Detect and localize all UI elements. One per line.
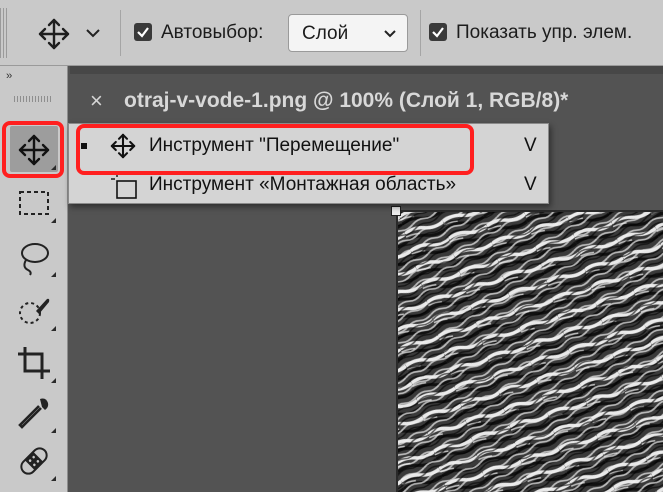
auto-select-target-value: Слой bbox=[302, 23, 349, 44]
more-tools-indicator bbox=[51, 272, 56, 277]
options-bar-grip[interactable] bbox=[0, 8, 8, 58]
more-tools-indicator bbox=[51, 326, 56, 331]
separator bbox=[420, 10, 421, 56]
menu-item-label: Инструмент «Монтажная область» bbox=[149, 174, 457, 195]
auto-select-label[interactable]: Автовыбор: bbox=[161, 22, 263, 44]
more-tools-indicator bbox=[51, 428, 56, 433]
auto-select-checkbox[interactable] bbox=[134, 23, 152, 41]
show-transform-label[interactable]: Показать упр. элем. bbox=[456, 22, 632, 44]
menu-item-shortcut: V bbox=[524, 135, 537, 156]
healing-brush-tool-button[interactable] bbox=[10, 437, 58, 483]
show-transform-checkbox[interactable] bbox=[429, 23, 447, 41]
bandage-icon bbox=[20, 447, 48, 475]
quick-selection-icon bbox=[19, 298, 50, 324]
eyedropper-icon bbox=[18, 398, 49, 429]
separator bbox=[120, 10, 121, 56]
document-title[interactable]: otraj-v-vode-1.png @ 100% (Слой 1, RGB/8… bbox=[124, 89, 568, 113]
more-tools-indicator bbox=[51, 378, 56, 383]
water-ripple-image bbox=[398, 212, 663, 492]
chevron-down-icon bbox=[383, 27, 397, 45]
close-icon[interactable]: × bbox=[90, 88, 103, 114]
auto-select-target-dropdown[interactable]: Слой bbox=[288, 14, 408, 52]
crop-tool-button[interactable] bbox=[10, 339, 58, 385]
collapse-panel-icon[interactable]: ›› bbox=[6, 70, 12, 82]
tools-panel-grip[interactable] bbox=[14, 96, 52, 102]
highlight-move-tool bbox=[2, 121, 64, 178]
move-icon[interactable] bbox=[34, 14, 74, 54]
transform-handle[interactable] bbox=[391, 206, 401, 216]
rectangle-marquee-icon bbox=[19, 191, 49, 215]
lasso-icon bbox=[21, 243, 49, 276]
eyedropper-tool-button[interactable] bbox=[10, 389, 58, 435]
document-image[interactable] bbox=[396, 210, 663, 492]
quick-selection-tool-button[interactable] bbox=[10, 287, 58, 333]
options-bar: Автовыбор: Слой Показать упр. элем. bbox=[0, 0, 663, 66]
lasso-tool-button[interactable] bbox=[10, 233, 58, 279]
chevron-down-icon[interactable] bbox=[84, 24, 102, 42]
menu-item-shortcut: V bbox=[524, 174, 537, 195]
document-tab-bar: × otraj-v-vode-1.png @ 100% (Слой 1, RGB… bbox=[70, 66, 663, 128]
crop-icon bbox=[18, 347, 50, 379]
more-tools-indicator bbox=[51, 476, 56, 481]
document-tab[interactable]: × otraj-v-vode-1.png @ 100% (Слой 1, RGB… bbox=[70, 74, 663, 128]
marquee-tool-button[interactable] bbox=[10, 179, 58, 225]
more-tools-indicator bbox=[51, 218, 56, 223]
highlight-move-menu-item bbox=[76, 124, 474, 175]
